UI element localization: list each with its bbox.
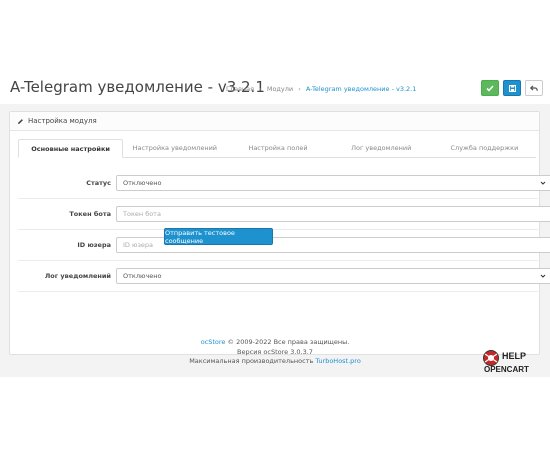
panel-heading: Настройка модуля bbox=[10, 112, 539, 131]
token-row: Токен бота Токен бота bbox=[18, 200, 550, 230]
token-input[interactable]: Токен бота bbox=[116, 206, 550, 222]
log-select-value: Отключено bbox=[123, 272, 162, 280]
tab-support[interactable]: Служба поддержки bbox=[433, 139, 536, 157]
chevron-down-icon bbox=[540, 274, 546, 278]
breadcrumb-home[interactable]: Главная bbox=[226, 85, 254, 93]
tab-field-settings[interactable]: Настройка полей bbox=[226, 139, 329, 157]
footer-ocstore-link[interactable]: ocStore bbox=[201, 338, 226, 346]
user-id-label: ID юзера bbox=[77, 241, 111, 249]
save-disk-button[interactable] bbox=[503, 80, 521, 96]
user-id-row: ID юзера ID юзера bbox=[18, 231, 550, 261]
breadcrumb-current[interactable]: A-Telegram уведомление - v3.2.1 bbox=[306, 85, 416, 93]
logo-opencart-text: OPENCART bbox=[484, 365, 529, 374]
footer: ocStore © 2009-2022 Все права защищены. … bbox=[0, 338, 550, 367]
panel-heading-label: Настройка модуля bbox=[28, 117, 97, 125]
breadcrumb: Главная › Модули › A-Telegram уведомлени… bbox=[226, 85, 416, 93]
pencil-icon bbox=[18, 118, 23, 124]
footer-line-3: Максимальная производительность TurboHos… bbox=[0, 357, 550, 367]
log-select[interactable]: Отключено bbox=[116, 268, 550, 284]
top-blank-area bbox=[0, 0, 550, 70]
module-settings-panel: Настройка модуля Основные настройки Наст… bbox=[9, 111, 550, 355]
tab-notification-settings[interactable]: Настройка уведомлений bbox=[123, 139, 226, 157]
send-test-message-button[interactable]: Отправить тестовое сообщение bbox=[164, 228, 273, 245]
user-id-input-placeholder: ID юзера bbox=[123, 241, 154, 249]
log-row: Лог уведомлений Отключено bbox=[18, 262, 550, 292]
breadcrumb-modules[interactable]: Модули bbox=[267, 85, 293, 93]
token-input-placeholder: Токен бота bbox=[123, 210, 161, 218]
status-select-value: Отключено bbox=[123, 179, 162, 187]
tab-main-settings[interactable]: Основные настройки bbox=[18, 139, 124, 158]
back-button[interactable] bbox=[525, 80, 543, 96]
token-label: Токен бота bbox=[69, 210, 111, 218]
status-label: Статус bbox=[86, 179, 111, 187]
logo-help-text: HELP bbox=[502, 351, 526, 361]
floppy-icon bbox=[508, 84, 516, 92]
breadcrumb-separator: › bbox=[298, 85, 301, 93]
check-icon bbox=[486, 84, 494, 92]
chevron-down-icon bbox=[540, 181, 546, 185]
reply-icon bbox=[530, 85, 538, 91]
breadcrumb-separator: › bbox=[259, 85, 262, 93]
tabs-bar: Основные настройки Настройка уведомлений… bbox=[18, 139, 536, 158]
header-actions bbox=[481, 80, 543, 96]
footer-turbohost-link[interactable]: TurboHost.pro bbox=[315, 357, 360, 365]
save-button[interactable] bbox=[481, 80, 499, 96]
footer-performance-text: Максимальная производительность bbox=[189, 357, 314, 365]
footer-copyright: © 2009-2022 Все права защищены. bbox=[227, 338, 350, 346]
page-header: A-Telegram уведомление - v3.2.1 Главная … bbox=[0, 70, 550, 104]
log-label: Лог уведомлений bbox=[44, 272, 111, 280]
footer-version: Версия ocStore 3.0.3.7 bbox=[237, 347, 313, 356]
status-row: Статус Отключено bbox=[18, 169, 550, 199]
footer-line-1: ocStore © 2009-2022 Все права защищены. bbox=[0, 338, 550, 348]
status-select[interactable]: Отключено bbox=[116, 175, 550, 191]
tab-notification-log[interactable]: Лог уведомлений bbox=[330, 139, 433, 157]
page-area: A-Telegram уведомление - v3.2.1 Главная … bbox=[0, 70, 550, 377]
help-opencart-logo: HELP OPENCART bbox=[483, 350, 529, 374]
